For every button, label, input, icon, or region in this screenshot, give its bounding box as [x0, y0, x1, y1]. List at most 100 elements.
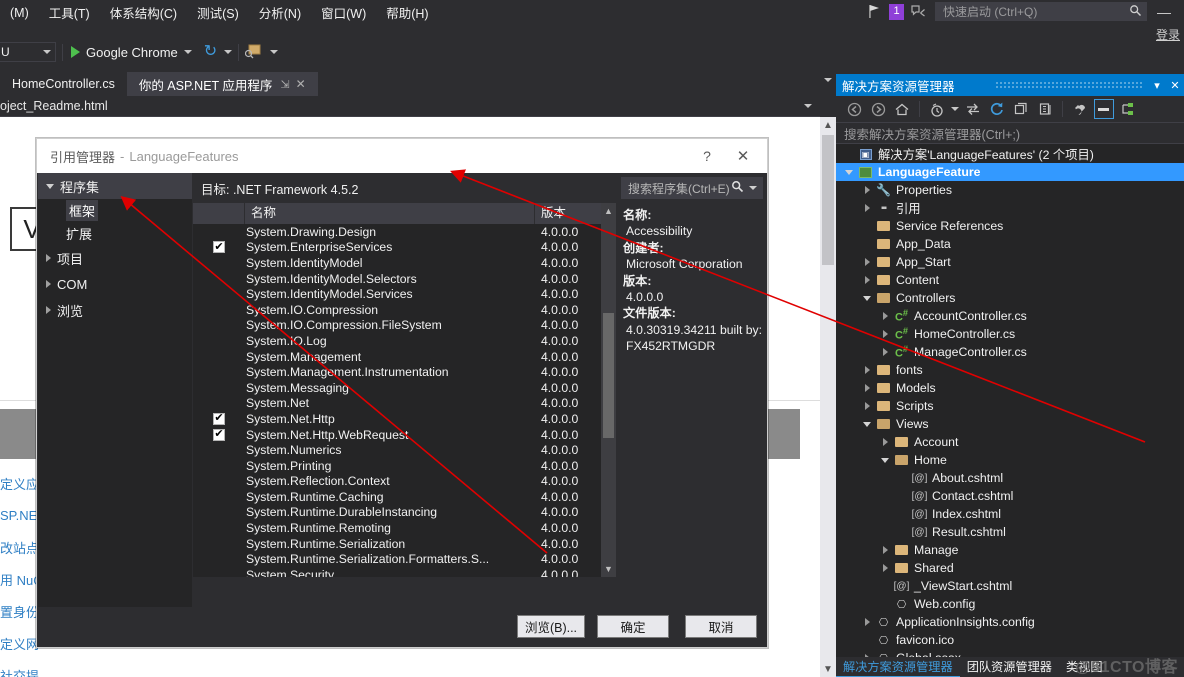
menu-item-1[interactable]: 工具(T) — [39, 0, 100, 26]
assembly-row[interactable]: System.Management.Instrumentation 4.0.0.0 — [193, 364, 613, 380]
properties-icon[interactable] — [1070, 99, 1090, 119]
scroll-up-icon[interactable]: ▲ — [601, 203, 616, 219]
checkbox-unchecked-icon[interactable] — [213, 491, 225, 503]
checkbox-unchecked-icon[interactable] — [213, 288, 225, 300]
solution-tree-node[interactable]: LanguageFeature — [836, 163, 1184, 181]
solution-tree-node[interactable]: C# HomeController.cs — [836, 325, 1184, 343]
sync-with-active-document-icon[interactable] — [963, 99, 983, 119]
checkbox-unchecked-icon[interactable] — [213, 382, 225, 394]
assembly-search-input[interactable]: 搜索程序集(Ctrl+E) — [621, 177, 763, 199]
dialog-category-item-2[interactable]: 扩展 — [38, 222, 192, 245]
menu-item-6[interactable]: 帮助(H) — [376, 0, 438, 26]
assembly-row[interactable]: System.IdentityModel.Selectors 4.0.0.0 — [193, 271, 613, 287]
checkbox-checked-icon[interactable]: ✔ — [213, 428, 225, 441]
notifications-flag-icon[interactable] — [868, 4, 882, 19]
assembly-row[interactable]: System.Runtime.Serialization 4.0.0.0 — [193, 536, 613, 552]
assembly-list-scrollbar[interactable]: ▲ ▼ — [601, 203, 616, 577]
assembly-row[interactable]: ✔ System.Net.Http.WebRequest 4.0.0.0 — [193, 427, 613, 443]
home-icon[interactable] — [892, 99, 912, 119]
close-icon[interactable]: ✕ — [296, 77, 306, 91]
document-tab-0[interactable]: HomeController.cs — [0, 72, 127, 96]
solution-explorer-tab-0[interactable]: 解决方案资源管理器 — [836, 657, 960, 677]
solution-explorer-tab-1[interactable]: 团队资源管理器 — [960, 657, 1059, 677]
chevron-right-icon[interactable] — [878, 330, 892, 338]
menu-item-2[interactable]: 体系结构(C) — [100, 0, 187, 26]
checkbox-checked-icon[interactable]: ✔ — [213, 241, 225, 254]
scrollbar-thumb[interactable] — [603, 313, 614, 438]
forward-icon[interactable] — [868, 99, 888, 119]
assembly-checkbox-cell[interactable] — [193, 273, 245, 285]
checkbox-unchecked-icon[interactable] — [213, 522, 225, 534]
refresh-icon[interactable]: ↻ — [204, 44, 217, 60]
menu-item-4[interactable]: 分析(N) — [249, 0, 311, 26]
solution-tree-node[interactable]: Views — [836, 415, 1184, 433]
assembly-checkbox-cell[interactable]: ✔ — [193, 412, 245, 425]
assembly-checkbox-cell[interactable] — [193, 319, 245, 331]
chevron-right-icon[interactable] — [860, 366, 874, 374]
chevron-right-icon[interactable] — [878, 438, 892, 446]
assembly-checkbox-cell[interactable] — [193, 397, 245, 409]
editor-scrollbar[interactable]: ▲ ▼ — [820, 117, 836, 677]
solution-tree-node[interactable]: fonts — [836, 361, 1184, 379]
solution-tree-node[interactable]: Manage — [836, 541, 1184, 559]
checkbox-unchecked-icon[interactable] — [213, 538, 225, 550]
solution-tree-node[interactable]: Scripts — [836, 397, 1184, 415]
minimize-button[interactable]: — — [1154, 5, 1174, 19]
assembly-row[interactable]: System.Reflection.Context 4.0.0.0 — [193, 474, 613, 490]
dialog-help-button[interactable]: ? — [693, 145, 721, 167]
solution-tree-node[interactable]: Account — [836, 433, 1184, 451]
dialog-category-item-4[interactable]: COM — [38, 271, 192, 297]
solution-tree-node[interactable]: [@] About.cshtml — [836, 469, 1184, 487]
document-tab-1[interactable]: 你的 ASP.NET 应用程序 ⇲ ✕ — [126, 72, 318, 96]
assembly-row[interactable]: System.Runtime.DurableInstancing 4.0.0.0 — [193, 505, 613, 521]
checkbox-unchecked-icon[interactable] — [213, 257, 225, 269]
assembly-row[interactable]: System.Numerics 4.0.0.0 — [193, 442, 613, 458]
class-view-icon[interactable] — [1118, 99, 1138, 119]
chevron-right-icon[interactable] — [860, 186, 874, 194]
pending-changes-icon[interactable] — [927, 99, 947, 119]
chevron-right-icon[interactable] — [860, 204, 874, 212]
checkbox-unchecked-icon[interactable] — [213, 506, 225, 518]
chevron-right-icon[interactable] — [860, 384, 874, 392]
solution-tree-node[interactable]: [@] Index.cshtml — [836, 505, 1184, 523]
chevron-down-icon[interactable] — [878, 457, 892, 463]
assembly-checkbox-cell[interactable] — [193, 304, 245, 316]
assembly-checkbox-cell[interactable]: ✔ — [193, 428, 245, 441]
browse-button[interactable]: 浏览(B)... — [517, 615, 585, 638]
menu-item-3[interactable]: 测试(S) — [187, 0, 249, 26]
assembly-checkbox-cell[interactable] — [193, 226, 245, 238]
assembly-checkbox-cell[interactable] — [193, 460, 245, 472]
checkbox-unchecked-icon[interactable] — [213, 460, 225, 472]
chevron-right-icon[interactable] — [878, 564, 892, 572]
solution-tree-node[interactable]: C# AccountController.cs — [836, 307, 1184, 325]
dialog-category-item-0[interactable]: 程序集 — [38, 173, 192, 199]
chevron-right-icon[interactable] — [860, 402, 874, 410]
chevron-right-icon[interactable] — [46, 254, 51, 262]
collapse-all-icon[interactable] — [1011, 99, 1031, 119]
assembly-checkbox-cell[interactable]: ✔ — [193, 241, 245, 254]
checkbox-unchecked-icon[interactable] — [213, 335, 225, 347]
solution-tree-node[interactable]: Controllers — [836, 289, 1184, 307]
scrollbar-thumb[interactable] — [822, 135, 834, 265]
assembly-row[interactable]: System.Messaging 4.0.0.0 — [193, 380, 613, 396]
quick-launch-input[interactable]: 快速启动 (Ctrl+Q) — [935, 2, 1147, 21]
chevron-right-icon[interactable] — [860, 276, 874, 284]
assembly-row[interactable]: System.Runtime.Remoting 4.0.0.0 — [193, 520, 613, 536]
chevron-down-icon[interactable] — [804, 104, 812, 108]
checkbox-unchecked-icon[interactable] — [213, 226, 225, 238]
assembly-checkbox-cell[interactable] — [193, 444, 245, 456]
solution-tree-node[interactable]: Home — [836, 451, 1184, 469]
solution-tree-node[interactable]: Shared — [836, 559, 1184, 577]
assembly-row[interactable]: ✔ System.Net.Http 4.0.0.0 — [193, 411, 613, 427]
solution-tree-node[interactable]: App_Start — [836, 253, 1184, 271]
back-icon[interactable] — [844, 99, 864, 119]
send-feedback-icon[interactable] — [911, 4, 928, 19]
drag-handle[interactable] — [995, 81, 1142, 89]
chevron-down-icon[interactable] — [183, 50, 192, 54]
assembly-row[interactable]: System.IdentityModel.Services 4.0.0.0 — [193, 286, 613, 302]
chevron-down-icon[interactable] — [224, 50, 233, 54]
chevron-right-icon[interactable] — [878, 312, 892, 320]
assembly-row[interactable]: System.Security 4.0.0.0 — [193, 567, 613, 577]
solution-tree-node[interactable]: ⎔ favicon.ico — [836, 631, 1184, 649]
solution-explorer-search-input[interactable]: 搜索解决方案资源管理器(Ctrl+;) — [836, 122, 1184, 144]
